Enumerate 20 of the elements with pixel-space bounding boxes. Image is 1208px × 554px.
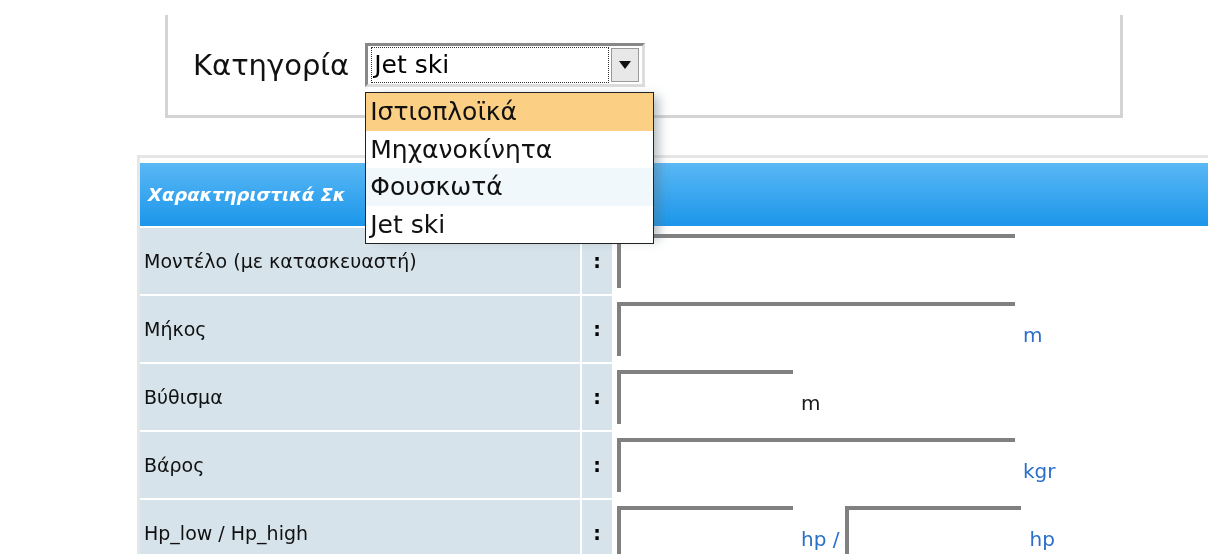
field-label: Βύθισμα	[140, 364, 580, 430]
colon-cell: :	[582, 364, 612, 430]
dropdown-option[interactable]: Ιστιοπλοϊκά	[366, 93, 654, 131]
dropdown-option[interactable]: Μηχανοκίνητα	[366, 130, 654, 168]
colon-cell: :	[582, 296, 612, 362]
dropdown-option[interactable]: Jet ski	[366, 205, 654, 243]
unit-label: hp /	[801, 527, 840, 551]
field-label: Μήκος	[140, 296, 580, 362]
field-label: Hp_low / Hp_high	[140, 500, 580, 554]
colon-cell: :	[582, 432, 612, 498]
field-label: Βάρος	[140, 432, 580, 498]
table-title: Χαρακτηριστικά Σκ	[148, 184, 346, 205]
category-label: Κατηγορία	[193, 47, 350, 84]
dropdown-option[interactable]: Φουσκωτά	[366, 168, 654, 206]
unit-label: m	[801, 391, 821, 415]
unit-label: m	[1023, 323, 1043, 347]
colon-cell: :	[582, 500, 612, 554]
unit-label: hp	[1029, 527, 1055, 551]
unit-label: kgr	[1023, 459, 1056, 483]
category-select[interactable]: Jet ski	[365, 43, 646, 87]
